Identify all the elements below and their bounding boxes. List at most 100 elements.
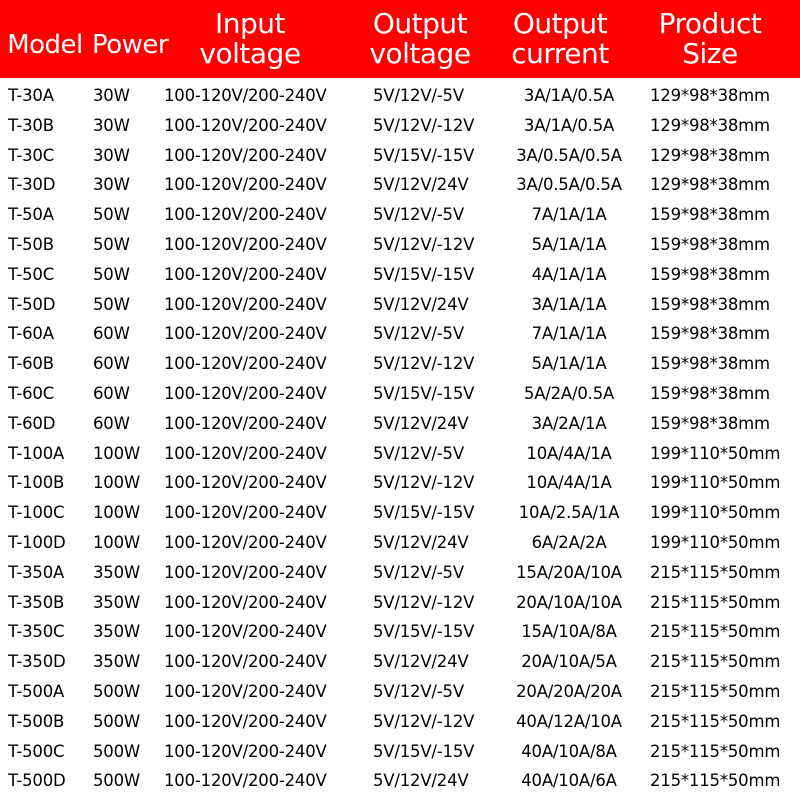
cell-output-current: 7A/1A/1A [531,205,607,225]
cell-output-voltage: 5V/12V/24V [373,294,469,314]
cell-power: 60W [93,354,130,374]
cell-input-voltage: 100-120V/200-240V [164,324,327,344]
cell-input-voltage: 100-120V/200-240V [164,175,327,195]
cell-output-voltage: 5V/15V/-15V [373,383,475,403]
header-input-voltage-line1: Input [214,7,286,40]
cell-power: 60W [93,383,130,403]
table-row: T-500C 500W 100-120V/200-240V 5V/15V/-15V 40… [0,740,800,770]
cell-model: T-30C [8,145,55,165]
cell-output-current: 5A/1A/1A [531,354,607,374]
cell-model: T-60D [8,413,56,433]
cell-model: T-500A [8,681,65,701]
cell-product-size: 159*98*38mm [650,234,770,254]
header-output-current-line2: current [511,37,609,70]
table-row: T-60C 60W 100-120V/200-240V 5V/15V/-15V 5A/2… [0,382,800,412]
cell-output-current: 4A/1A/1A [531,264,607,284]
table-row: T-500B 500W 100-120V/200-240V 5V/12V/-12V 40… [0,710,800,740]
cell-product-size: 215*115*50mm [650,711,781,731]
cell-input-voltage: 100-120V/200-240V [164,652,327,672]
cell-output-current: 40A/12A/10A [516,711,622,731]
table-row: T-50A 50W 100-120V/200-240V 5V/12V/-5V 7A/1A… [0,203,800,233]
cell-product-size: 215*115*50mm [650,562,781,582]
cell-product-size: 159*98*38mm [650,294,770,314]
cell-output-voltage: 5V/12V/-12V [373,592,475,612]
cell-product-size: 215*115*50mm [650,681,781,701]
cell-input-voltage: 100-120V/200-240V [164,354,327,374]
cell-output-current: 10A/2.5A/1A [518,503,620,523]
cell-output-current: 5A/1A/1A [531,234,607,254]
header-product-size-line2: Size [682,37,738,70]
header-input-voltage: Input voltage [160,0,340,78]
cell-input-voltage: 100-120V/200-240V [164,234,327,254]
cell-power: 100W [93,443,141,463]
cell-power: 350W [93,622,141,642]
cell-output-voltage: 5V/12V/24V [373,413,469,433]
cell-power: 50W [93,294,130,314]
cell-output-current: 15A/20A/10A [516,562,622,582]
table-row: T-350B 350W 100-120V/200-240V 5V/12V/-12V 20… [0,591,800,621]
cell-model: T-100D [8,532,66,552]
cell-output-voltage: 5V/12V/-5V [373,562,464,582]
cell-output-current: 20A/10A/10A [516,592,622,612]
table-row: T-60B 60W 100-120V/200-240V 5V/12V/-12V 5A/1… [0,352,800,382]
cell-output-current: 6A/2A/2A [531,532,607,552]
table-row: T-30C 30W 100-120V/200-240V 5V/15V/-15V 3A/0… [0,144,800,174]
header-product-size-line1: Product [658,7,762,40]
cell-power: 50W [93,205,130,225]
cell-model: T-500D [8,771,66,791]
cell-product-size: 159*98*38mm [650,354,770,374]
header-power-label: Power [91,30,169,60]
table-header: Model Power Input voltage Output voltage… [0,0,800,78]
cell-product-size: 159*98*38mm [650,413,770,433]
cell-power: 500W [93,741,141,761]
cell-input-voltage: 100-120V/200-240V [164,473,327,493]
cell-input-voltage: 100-120V/200-240V [164,413,327,433]
cell-model: T-350C [8,622,65,642]
cell-power: 350W [93,562,141,582]
table-body: T-30A 30W 100-120V/200-240V 5V/12V/-5V 3A/1A… [0,84,800,799]
cell-product-size: 215*115*50mm [650,771,781,791]
cell-model: T-100B [8,473,65,493]
cell-output-voltage: 5V/12V/24V [373,652,469,672]
header-output-voltage-line1: Output [372,7,468,40]
header-input-voltage-line2: voltage [199,37,301,70]
cell-model: T-60C [8,383,55,403]
table-row: T-100A 100W 100-120V/200-240V 5V/12V/-5V 10A… [0,442,800,472]
cell-input-voltage: 100-120V/200-240V [164,592,327,612]
cell-product-size: 159*98*38mm [650,383,770,403]
table-row: T-500A 500W 100-120V/200-240V 5V/12V/-5V 20A… [0,680,800,710]
cell-model: T-50B [8,234,54,254]
cell-output-voltage: 5V/12V/-5V [373,324,464,344]
cell-input-voltage: 100-120V/200-240V [164,771,327,791]
cell-model: T-350A [8,562,65,582]
cell-output-current: 3A/2A/1A [531,413,607,433]
header-model: Model [0,0,90,84]
table-row: T-60D 60W 100-120V/200-240V 5V/12V/24V 3A/2A… [0,412,800,442]
cell-input-voltage: 100-120V/200-240V [164,294,327,314]
cell-input-voltage: 100-120V/200-240V [164,383,327,403]
table-row: T-350C 350W 100-120V/200-240V 5V/15V/-15V 15… [0,620,800,650]
cell-output-voltage: 5V/12V/24V [373,532,469,552]
cell-output-current: 5A/2A/0.5A [523,383,615,403]
table-row: T-50D 50W 100-120V/200-240V 5V/12V/24V 3A/1A… [0,293,800,323]
cell-output-current: 3A/1A/0.5A [523,86,615,105]
header-output-voltage: Output voltage [355,0,485,78]
cell-output-current: 20A/20A/20A [516,681,622,701]
cell-product-size: 159*98*38mm [650,264,770,284]
cell-power: 100W [93,532,141,552]
cell-model: T-100C [8,503,65,523]
cell-output-voltage: 5V/12V/-12V [373,354,475,374]
table-row: T-100D 100W 100-120V/200-240V 5V/12V/24V 6A/… [0,531,800,561]
cell-model: T-60A [8,324,54,344]
cell-power: 50W [93,264,130,284]
cell-model: T-50D [8,294,56,314]
cell-input-voltage: 100-120V/200-240V [164,86,327,105]
cell-model: T-30D [8,175,56,195]
cell-model: T-100A [8,443,65,463]
cell-product-size: 215*115*50mm [650,592,781,612]
cell-input-voltage: 100-120V/200-240V [164,145,327,165]
cell-model: T-60B [8,354,54,374]
cell-input-voltage: 100-120V/200-240V [164,532,327,552]
table-row: T-100C 100W 100-120V/200-240V 5V/15V/-15V 10… [0,501,800,531]
cell-output-voltage: 5V/15V/-15V [373,741,475,761]
